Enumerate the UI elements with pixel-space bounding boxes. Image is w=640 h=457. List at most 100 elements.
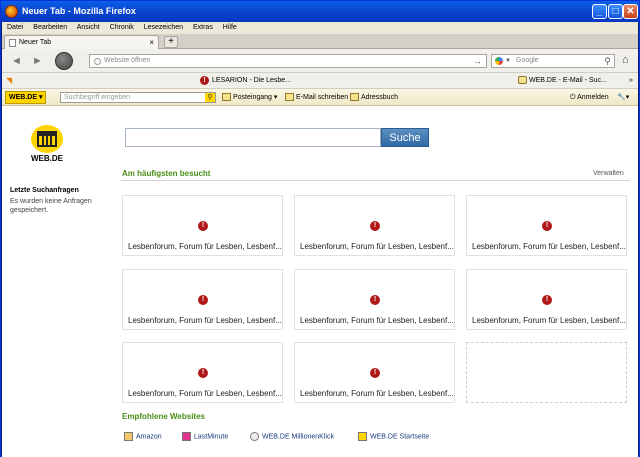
menu-lesezeichen[interactable]: Lesezeichen bbox=[144, 24, 183, 31]
most-visited-tile[interactable]: ! Lesbenforum, Forum für Lesben, Lesbenf.… bbox=[466, 269, 627, 330]
recommended-heading: Empfohlene Websites bbox=[122, 412, 205, 421]
window-title: Neuer Tab - Mozilla Firefox bbox=[22, 6, 136, 16]
recommended-millionenklick[interactable]: WEB.DE MillionenKlick bbox=[250, 432, 334, 441]
search-icon[interactable]: ⚲ bbox=[604, 55, 611, 67]
menu-bearbeiten[interactable]: Bearbeiten bbox=[33, 24, 67, 31]
recent-searches-text: Es wurden keine Anfragen gespeichert. bbox=[10, 198, 92, 214]
webde-icon bbox=[518, 76, 527, 85]
manage-link[interactable]: Verwalten bbox=[593, 170, 624, 177]
most-visited-tile[interactable]: ! Lesbenforum, Forum für Lesben, Lesbenf.… bbox=[294, 269, 455, 330]
recommended-amazon[interactable]: Amazon bbox=[124, 432, 162, 441]
title-bar: Neuer Tab - Mozilla Firefox _ □ ✕ bbox=[1, 1, 639, 22]
menu-ansicht[interactable]: Ansicht bbox=[77, 24, 100, 31]
contacts-icon bbox=[350, 93, 359, 102]
tile-label: Lesbenforum, Forum für Lesben, Lesbenf..… bbox=[300, 242, 454, 251]
tile-label: Lesbenforum, Forum für Lesben, Lesbenf..… bbox=[300, 316, 454, 325]
tab-label: Neuer Tab bbox=[19, 39, 52, 46]
tile-label: Lesbenforum, Forum für Lesben, Lesbenf..… bbox=[472, 242, 626, 251]
mail-icon bbox=[222, 93, 231, 102]
rss-icon[interactable]: ◥ bbox=[6, 77, 14, 85]
most-visited-heading: Am häufigsten besucht bbox=[122, 169, 211, 178]
recommended-webde-startseite[interactable]: WEB.DE Startseite bbox=[358, 432, 429, 441]
search-bar[interactable]: ▼ Google ⚲ bbox=[491, 54, 615, 68]
most-visited-tile[interactable]: ! Lesbenforum, Forum für Lesben, Lesbenf.… bbox=[122, 269, 283, 330]
inbox-button[interactable]: Posteingang ▾ bbox=[222, 89, 277, 106]
compose-button[interactable]: E-Mail schreiben bbox=[285, 89, 348, 106]
firefox-icon bbox=[5, 5, 18, 18]
most-visited-tile[interactable]: ! Lesbenforum, Forum für Lesben, Lesbenf.… bbox=[294, 195, 455, 256]
forward-icon[interactable]: ► bbox=[32, 55, 43, 67]
tile-label: Lesbenforum, Forum für Lesben, Lesbenf..… bbox=[128, 242, 282, 251]
url-placeholder: Website öffnen bbox=[104, 57, 151, 64]
login-button[interactable]: ⏻ Anmelden bbox=[570, 89, 609, 106]
clover-icon bbox=[250, 432, 259, 441]
addressbook-button[interactable]: Adressbuch bbox=[350, 89, 398, 106]
bookmarks-more-icon[interactable]: » bbox=[629, 73, 633, 89]
webde-logo[interactable]: WEB.DE ▾ bbox=[5, 91, 47, 104]
search-icon[interactable]: ⚲ bbox=[205, 93, 215, 102]
divider bbox=[121, 180, 630, 181]
warning-icon: ! bbox=[370, 368, 380, 378]
tab-neuer-tab[interactable]: Neuer Tab × bbox=[4, 35, 159, 49]
warning-icon: ! bbox=[542, 221, 552, 231]
menu-datei[interactable]: Datei bbox=[7, 24, 23, 31]
webde-search-placeholder: Suchbegriff eingeben bbox=[64, 94, 131, 101]
wrench-icon[interactable]: 🔧▾ bbox=[617, 89, 629, 106]
bookmark-lesarion[interactable]: ! LESARION - Die Lesbe... bbox=[200, 73, 291, 89]
webde-toolbar: WEB.DE ▾ Suchbegriff eingeben ⚲ Posteing… bbox=[2, 89, 638, 106]
warning-icon: ! bbox=[198, 295, 208, 305]
tile-label: Lesbenforum, Forum für Lesben, Lesbenf..… bbox=[300, 389, 454, 398]
menu-chronik[interactable]: Chronik bbox=[110, 24, 134, 31]
menu-hilfe[interactable]: Hilfe bbox=[223, 24, 237, 31]
back-icon[interactable]: ◄ bbox=[11, 55, 22, 67]
webde-search-input[interactable]: Suchbegriff eingeben ⚲ bbox=[60, 92, 216, 103]
tile-label: Lesbenforum, Forum für Lesben, Lesbenf..… bbox=[472, 316, 626, 325]
empty-tile[interactable] bbox=[466, 342, 627, 403]
pencil-icon bbox=[285, 93, 294, 102]
most-visited-tile[interactable]: ! Lesbenforum, Forum für Lesben, Lesbenf.… bbox=[294, 342, 455, 403]
webde-page-logo[interactable]: WEB.DE bbox=[28, 125, 66, 165]
menu-extras[interactable]: Extras bbox=[193, 24, 213, 31]
maximize-button[interactable]: □ bbox=[608, 4, 623, 19]
firefox-window: Neuer Tab - Mozilla Firefox _ □ ✕ Datei … bbox=[0, 0, 640, 457]
amazon-icon bbox=[124, 432, 133, 441]
warning-icon: ! bbox=[370, 221, 380, 231]
bookmark-webde[interactable]: WEB.DE - E-Mail - Suc... bbox=[518, 73, 607, 89]
page-search-input[interactable] bbox=[125, 128, 381, 147]
search-placeholder: Google bbox=[516, 57, 539, 64]
go-arrow-icon[interactable]: → bbox=[473, 55, 482, 67]
chevron-down-icon[interactable]: ▼ bbox=[505, 55, 511, 67]
url-bar[interactable]: Website öffnen → bbox=[89, 54, 487, 68]
globe-icon bbox=[94, 58, 101, 65]
recommended-lastminute[interactable]: LastMinute bbox=[182, 432, 228, 441]
tab-strip: Neuer Tab × + bbox=[2, 34, 638, 49]
most-visited-tile[interactable]: ! Lesbenforum, Forum für Lesben, Lesbenf.… bbox=[122, 342, 283, 403]
page-icon bbox=[9, 39, 16, 47]
warning-icon: ! bbox=[542, 295, 552, 305]
warning-icon: ! bbox=[200, 75, 209, 85]
tile-label: Lesbenforum, Forum für Lesben, Lesbenf..… bbox=[128, 316, 282, 325]
stop-reload-button[interactable] bbox=[55, 52, 73, 70]
google-icon bbox=[495, 57, 503, 65]
warning-icon: ! bbox=[198, 368, 208, 378]
logo-name: WEB.DE bbox=[31, 154, 63, 163]
warning-icon: ! bbox=[370, 295, 380, 305]
most-visited-tile[interactable]: ! Lesbenforum, Forum für Lesben, Lesbenf.… bbox=[122, 195, 283, 256]
home-icon[interactable]: ⌂ bbox=[622, 54, 629, 66]
minimize-button[interactable]: _ bbox=[592, 4, 607, 19]
temple-icon bbox=[37, 131, 57, 147]
tab-close-icon[interactable]: × bbox=[149, 36, 154, 49]
lastminute-icon bbox=[182, 432, 191, 441]
most-visited-tile[interactable]: ! Lesbenforum, Forum für Lesben, Lesbenf.… bbox=[466, 195, 627, 256]
close-button[interactable]: ✕ bbox=[623, 4, 638, 19]
search-button[interactable]: Suche bbox=[381, 128, 429, 147]
warning-icon: ! bbox=[198, 221, 208, 231]
webde-logo-text: WEB.DE bbox=[9, 94, 37, 101]
tile-label: Lesbenforum, Forum für Lesben, Lesbenf..… bbox=[128, 389, 282, 398]
menu-bar: Datei Bearbeiten Ansicht Chronik Lesezei… bbox=[2, 22, 638, 34]
new-tab-button[interactable]: + bbox=[164, 36, 178, 48]
bookmarks-bar: ◥ ! LESARION - Die Lesbe... WEB.DE - E-Ma… bbox=[2, 73, 638, 89]
new-tab-page: WEB.DE Suche Am häufigsten besucht Verwa… bbox=[2, 106, 638, 457]
navigation-bar: ◄ ► Website öffnen → ▼ Google ⚲ ⌂ bbox=[2, 49, 638, 73]
recent-searches-title: Letzte Suchanfragen bbox=[10, 187, 79, 194]
